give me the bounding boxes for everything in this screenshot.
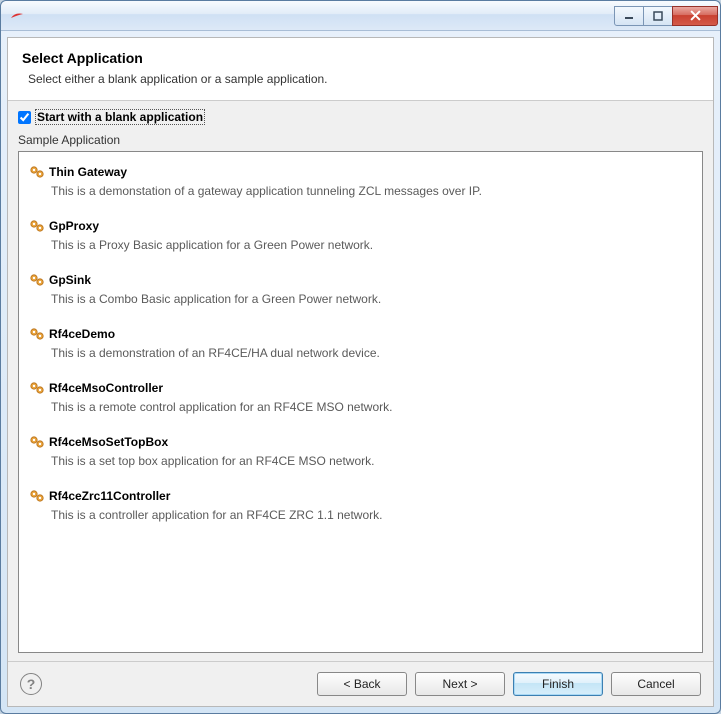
sample-title: Rf4ceZrc11Controller <box>49 489 170 503</box>
finish-button[interactable]: Finish <box>513 672 603 696</box>
gear-icon <box>29 164 45 180</box>
sample-title: Rf4ceMsoController <box>49 381 163 395</box>
list-item[interactable]: Rf4ceMsoSetTopBox This is a set top box a… <box>23 428 698 482</box>
dialog-header: Select Application Select either a blank… <box>8 38 713 101</box>
window-controls <box>615 6 718 26</box>
sample-description: This is a demonstation of a gateway appl… <box>29 184 692 198</box>
back-button[interactable]: < Back <box>317 672 407 696</box>
page-subtitle: Select either a blank application or a s… <box>22 72 699 86</box>
sample-description: This is a controller application for an … <box>29 508 692 522</box>
options-area: Start with a blank application <box>8 101 713 131</box>
blank-app-checkbox-row[interactable]: Start with a blank application <box>18 109 703 125</box>
list-item[interactable]: Rf4ceDemo This is a demonstration of an R… <box>23 320 698 374</box>
list-item[interactable]: Rf4ceMsoController This is a remote contr… <box>23 374 698 428</box>
list-item[interactable]: Thin Gateway This is a demonstation of a … <box>23 158 698 212</box>
close-button[interactable] <box>672 6 718 26</box>
sample-title: Rf4ceMsoSetTopBox <box>49 435 168 449</box>
sample-list-scroll[interactable]: Thin Gateway This is a demonstation of a … <box>19 152 702 652</box>
gear-icon <box>29 488 45 504</box>
minimize-button[interactable] <box>614 6 644 26</box>
dialog-content: Select Application Select either a blank… <box>7 37 714 707</box>
list-item[interactable]: Rf4ceZrc11Controller This is a controller… <box>23 482 698 536</box>
blank-app-checkbox[interactable] <box>18 111 31 124</box>
gear-icon <box>29 380 45 396</box>
sample-section-label: Sample Application <box>8 131 713 151</box>
sample-description: This is a demonstration of an RF4CE/HA d… <box>29 346 692 360</box>
list-item[interactable]: GpSink This is a Combo Basic application … <box>23 266 698 320</box>
page-title: Select Application <box>22 50 699 66</box>
blank-app-label: Start with a blank application <box>35 109 205 125</box>
gear-icon <box>29 326 45 342</box>
gear-icon <box>29 218 45 234</box>
gear-icon <box>29 272 45 288</box>
sample-title: Thin Gateway <box>49 165 127 179</box>
sample-title: Rf4ceDemo <box>49 327 115 341</box>
list-item[interactable]: GpProxy This is a Proxy Basic application… <box>23 212 698 266</box>
sample-description: This is a set top box application for an… <box>29 454 692 468</box>
dialog-footer: ? < Back Next > Finish Cancel <box>8 661 713 706</box>
gear-icon <box>29 434 45 450</box>
sample-list-container: Thin Gateway This is a demonstation of a … <box>18 151 703 653</box>
next-button[interactable]: Next > <box>415 672 505 696</box>
titlebar[interactable] <box>1 1 720 31</box>
maximize-button[interactable] <box>643 6 673 26</box>
sample-title: GpSink <box>49 273 91 287</box>
help-icon[interactable]: ? <box>20 673 42 695</box>
cancel-button[interactable]: Cancel <box>611 672 701 696</box>
sample-title: GpProxy <box>49 219 99 233</box>
sample-description: This is a Proxy Basic application for a … <box>29 238 692 252</box>
sample-description: This is a Combo Basic application for a … <box>29 292 692 306</box>
app-icon <box>9 8 25 24</box>
sample-description: This is a remote control application for… <box>29 400 692 414</box>
dialog-window: Select Application Select either a blank… <box>0 0 721 714</box>
